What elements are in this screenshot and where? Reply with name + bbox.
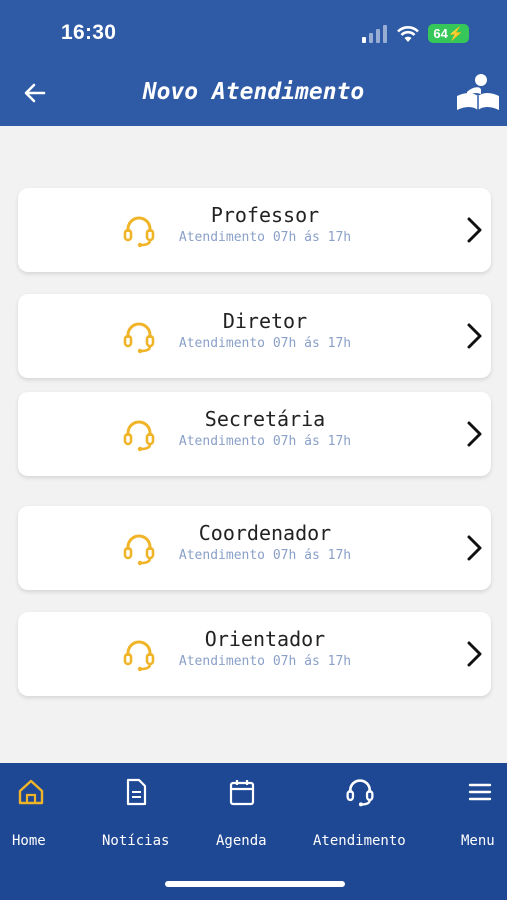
contact-hours: Atendimento 07h ás 17h [178, 548, 352, 563]
nav-label: Menu [461, 833, 495, 849]
home-icon [18, 779, 44, 805]
contact-hours: Atendimento 07h ás 17h [178, 654, 352, 669]
contact-card-diretor[interactable]: Diretor Atendimento 07h ás 17h [18, 294, 491, 378]
bottom-nav: Home Notícias Agenda Atendimento Menu [0, 763, 507, 900]
wifi-icon [397, 25, 420, 42]
contact-name: Diretor [222, 309, 308, 333]
headset-icon [123, 534, 155, 566]
contact-hours: Atendimento 07h ás 17h [178, 434, 352, 449]
chevron-right-icon [467, 421, 482, 447]
app-header: 16:30 64⚡ Novo Atendimento [0, 0, 507, 126]
open-book-icon[interactable] [455, 72, 501, 112]
contact-card-orientador[interactable]: Orientador Atendimento 07h ás 17h [18, 612, 491, 696]
calendar-icon [229, 780, 255, 806]
contact-text: Secretária Atendimento 07h ás 17h [160, 406, 370, 451]
contact-hours: Atendimento 07h ás 17h [178, 336, 352, 351]
page-title: Novo Atendimento [142, 79, 365, 105]
contact-name: Coordenador [198, 521, 332, 545]
contact-text: Diretor Atendimento 07h ás 17h [160, 308, 370, 353]
contact-card-secretaria[interactable]: Secretária Atendimento 07h ás 17h [18, 392, 491, 476]
nav-label: Agenda [216, 833, 267, 849]
nav-noticias[interactable]: Notícias [96, 763, 176, 873]
chevron-right-icon [467, 323, 482, 349]
chevron-right-icon [467, 217, 482, 243]
contact-name: Orientador [204, 627, 326, 651]
signal-icon [362, 24, 388, 43]
contact-text: Orientador Atendimento 07h ás 17h [160, 626, 370, 671]
contact-card-coordenador[interactable]: Coordenador Atendimento 07h ás 17h [18, 506, 491, 590]
headset-icon [123, 420, 155, 452]
nav-label: Notícias [102, 833, 170, 849]
battery-level: 64 [433, 26, 448, 41]
status-icons: 64⚡ [362, 24, 469, 43]
nav-label: Atendimento [313, 833, 406, 849]
contact-card-professor[interactable]: Professor Atendimento 07h ás 17h [18, 188, 491, 272]
contact-name: Professor [210, 203, 320, 227]
battery-indicator: 64⚡ [428, 24, 469, 43]
nav-home[interactable]: Home [0, 763, 60, 873]
nav-atendimento[interactable]: Atendimento [306, 763, 416, 873]
chevron-right-icon [467, 535, 482, 561]
nav-menu[interactable]: Menu [455, 763, 507, 873]
document-icon [126, 778, 147, 806]
contact-name: Secretária [204, 407, 326, 431]
headset-icon [346, 779, 374, 807]
nav-label: Home [12, 833, 46, 849]
chevron-right-icon [467, 641, 482, 667]
headset-icon [123, 640, 155, 672]
headset-icon [123, 322, 155, 354]
nav-agenda[interactable]: Agenda [210, 763, 274, 873]
contact-text: Professor Atendimento 07h ás 17h [160, 202, 370, 247]
menu-icon [468, 783, 492, 801]
contact-hours: Atendimento 07h ás 17h [178, 230, 352, 245]
contact-text: Coordenador Atendimento 07h ás 17h [160, 520, 370, 565]
status-time: 16:30 [61, 21, 117, 44]
headset-icon [123, 216, 155, 248]
home-indicator [165, 881, 345, 887]
